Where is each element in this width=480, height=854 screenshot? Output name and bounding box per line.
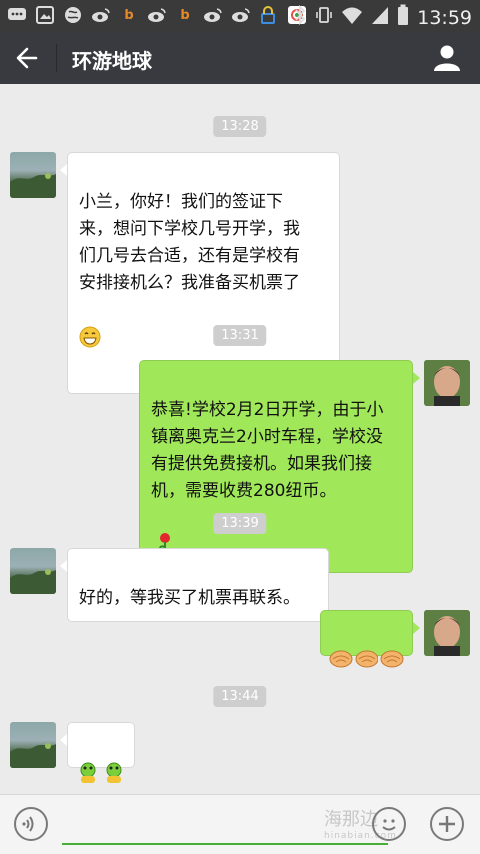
message-text: 小兰，你好！我们的签证下 来，想问下学校几号开学，我 们几号去合适，还有是学校有… (79, 192, 300, 293)
clock-time: 13:59 (417, 6, 472, 29)
timestamp-chip: 13:44 (213, 686, 267, 707)
chat-title: 环游地球 (72, 49, 152, 73)
bubble-tail (60, 560, 67, 572)
weibo-icon (202, 4, 224, 26)
handshake-emoji-icon (329, 648, 404, 670)
wifi-icon (341, 5, 363, 30)
header-divider (56, 44, 57, 72)
message-bubble[interactable] (67, 722, 135, 783)
voice-input-icon[interactable] (14, 807, 48, 841)
message-bubble[interactable]: 好的，等我买了机票再联系。 (67, 548, 329, 622)
bluetooth-icon (293, 4, 307, 30)
message-bubble[interactable]: 小兰，你好！我们的签证下 来，想问下学校几号开学，我 们几号去合适，还有是学校有… (67, 152, 340, 394)
battery-icon (397, 4, 409, 31)
weibo-icon (90, 4, 112, 26)
signal-icon (371, 5, 389, 30)
avatar[interactable] (424, 610, 470, 656)
chat-message-list[interactable]: 13:28 小兰，你好！我们的签证下 来，想问下学校几号开学，我 们几号去合适，… (0, 84, 480, 794)
avatar[interactable] (10, 548, 56, 594)
avatar[interactable] (424, 360, 470, 406)
message-input-field[interactable] (62, 843, 388, 845)
message-text: 好的，等我买了机票再联系。 (79, 588, 300, 608)
message-icon (6, 4, 28, 26)
watermark-text: 海那边 (324, 809, 378, 830)
globe-icon (62, 4, 84, 26)
vibrate-icon (315, 5, 333, 30)
input-bar: 海那边 hinabian.com (0, 794, 480, 854)
timestamp-chip: 13:31 (213, 325, 267, 346)
emoji-picker-icon[interactable] (372, 807, 406, 841)
back-arrow-icon[interactable] (14, 45, 42, 71)
bubble-tail (413, 622, 420, 634)
bubble-tail (413, 372, 420, 384)
system-icons: 13:59 (293, 4, 472, 31)
bubble-tail (60, 734, 67, 746)
taobao-icon: b (180, 7, 190, 23)
notification-icons: b b (6, 4, 308, 26)
taobao-icon: b (124, 7, 134, 23)
message-bubble[interactable] (320, 610, 413, 668)
avatar[interactable] (10, 152, 56, 198)
message-bubble[interactable]: 恭喜!学校2月2日开学，由于小 镇离奥克兰2小时车程，学校没 有提供免费接机。如… (139, 360, 413, 573)
wifi-lock-icon (258, 4, 280, 26)
weibo-icon (230, 4, 252, 26)
chat-info-person-icon[interactable] (432, 44, 462, 72)
message-text: 恭喜!学校2月2日开学，由于小 镇离奥克兰2小时车程，学校没 有提供免费接机。如… (151, 400, 384, 501)
weibo-icon (146, 4, 168, 26)
avatar[interactable] (10, 722, 56, 768)
grin-emoji-icon (79, 299, 328, 357)
timestamp-chip: 13:28 (213, 116, 267, 137)
more-options-plus-icon[interactable] (430, 807, 464, 841)
frog-emoji-icon (76, 760, 126, 784)
image-icon (34, 4, 56, 26)
timestamp-chip: 13:39 (213, 513, 267, 534)
status-bar: b b 13:59 (0, 0, 480, 32)
chat-header: 环游地球 (0, 32, 480, 84)
bubble-tail (60, 164, 67, 176)
